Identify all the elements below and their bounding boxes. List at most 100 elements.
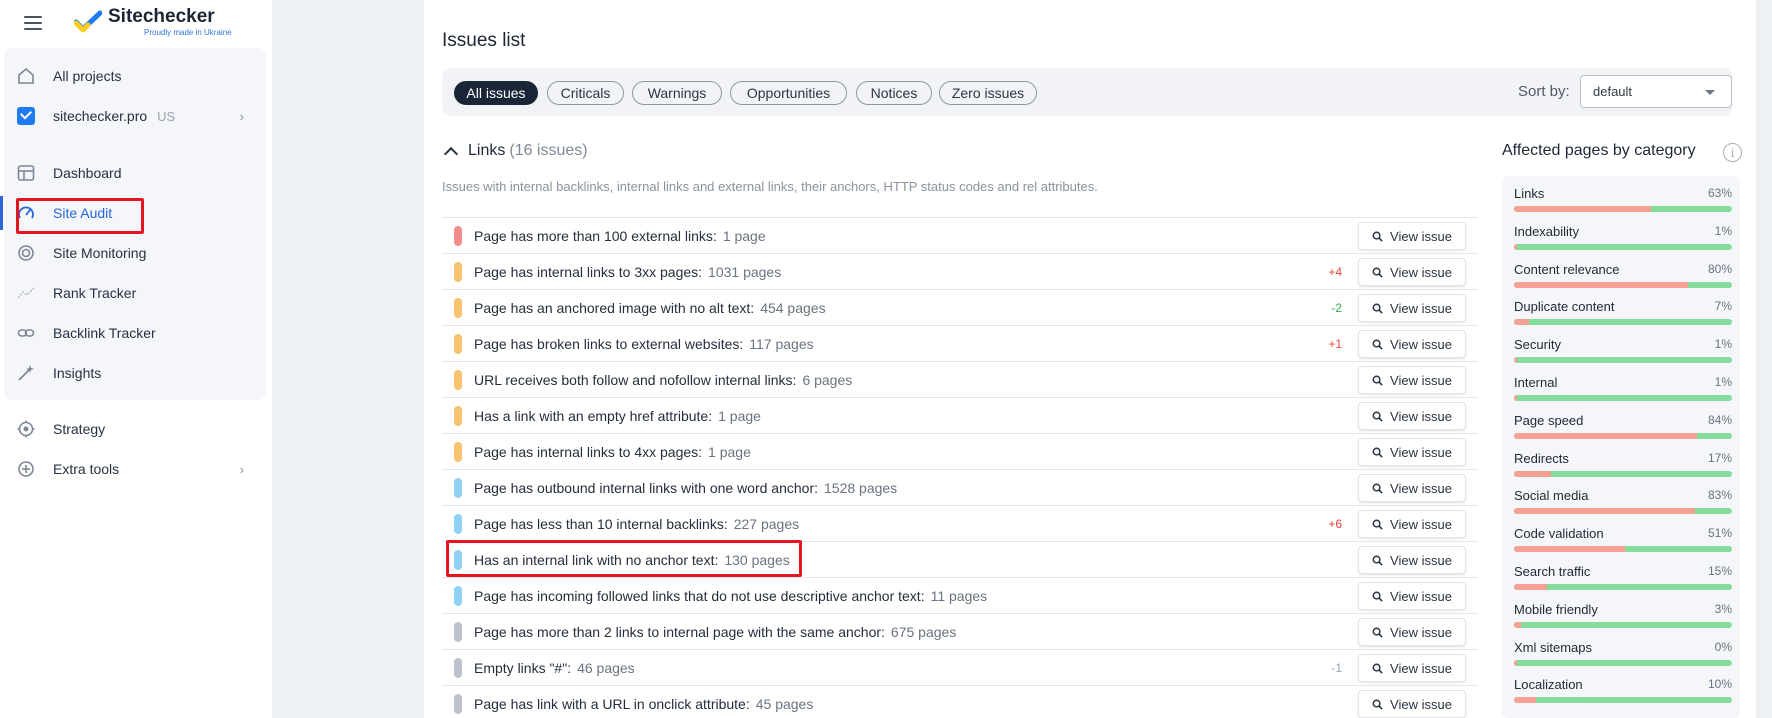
- sidebar-item-extra-tools[interactable]: Extra tools ›: [0, 451, 262, 487]
- sidebar-item-site-monitoring[interactable]: Site Monitoring: [0, 235, 262, 271]
- view-issue-button[interactable]: View issue: [1358, 366, 1466, 394]
- category-percent: 51%: [1707, 526, 1732, 541]
- view-issue-button[interactable]: View issue: [1358, 402, 1466, 430]
- severity-indicator: [454, 658, 462, 678]
- severity-indicator: [454, 622, 462, 642]
- issue-row[interactable]: Has a link with an empty href attribute:…: [442, 398, 1478, 434]
- category-progress-bar: [1514, 584, 1732, 590]
- issue-row[interactable]: Page has more than 2 links to internal p…: [442, 614, 1478, 650]
- issue-row[interactable]: Empty links "#": 46 pages -1 View issue: [442, 650, 1478, 686]
- view-issue-button[interactable]: View issue: [1358, 546, 1466, 574]
- view-issue-label: View issue: [1390, 552, 1452, 568]
- logo[interactable]: Sitechecker Proudly made in Ukraine: [74, 6, 232, 37]
- sidebar-item-label: Rank Tracker: [53, 285, 137, 301]
- main-panel: Issues list All issues Criticals Warning…: [424, 0, 1756, 718]
- issue-title: Page has more than 2 links to internal p…: [474, 624, 885, 640]
- issue-text: Page has link with a URL in onclick attr…: [474, 696, 813, 712]
- view-issue-button[interactable]: View issue: [1358, 438, 1466, 466]
- view-issue-button[interactable]: View issue: [1358, 690, 1466, 718]
- category-percent: 84%: [1707, 412, 1732, 427]
- filter-criticals[interactable]: Criticals: [547, 81, 624, 105]
- project-region: US: [157, 108, 176, 124]
- issue-row[interactable]: URL receives both follow and nofollow in…: [442, 362, 1478, 398]
- filter-zero-issues[interactable]: Zero issues: [939, 81, 1037, 105]
- issue-row[interactable]: Page has internal links to 4xx pages: 1 p…: [442, 434, 1478, 470]
- view-issue-button[interactable]: View issue: [1358, 474, 1466, 502]
- view-issue-label: View issue: [1390, 444, 1452, 460]
- category-item: Indexability 1%: [1514, 222, 1732, 260]
- sidebar-item-label: Insights: [53, 365, 102, 381]
- view-issue-button[interactable]: View issue: [1358, 618, 1466, 646]
- filter-all-issues[interactable]: All issues: [454, 81, 538, 105]
- category-progress-bar: [1514, 432, 1732, 439]
- section-count: (16 issues): [509, 142, 588, 159]
- view-issue-button[interactable]: View issue: [1358, 582, 1466, 610]
- issue-title: Page has more than 100 external links:: [474, 228, 717, 244]
- issue-text: Has a link with an empty href attribute:…: [474, 408, 761, 424]
- category-progress-bar: [1514, 659, 1732, 666]
- sort-select[interactable]: default: [1580, 75, 1732, 108]
- view-issue-button[interactable]: View issue: [1358, 510, 1466, 538]
- issue-pages: 11 pages: [930, 588, 988, 604]
- sidebar-item-all-projects[interactable]: All projects: [0, 58, 262, 94]
- view-issue-button[interactable]: View issue: [1358, 330, 1466, 358]
- issue-text: Page has internal links to 4xx pages: 1 p…: [474, 444, 751, 460]
- sidebar-item-project[interactable]: sitechecker.pro US ›: [0, 98, 262, 134]
- sidebar-item-label: Strategy: [53, 421, 106, 437]
- issue-row[interactable]: Page has less than 10 internal backlinks…: [442, 506, 1478, 542]
- category-name: Internal: [1514, 375, 1558, 390]
- view-issue-button[interactable]: View issue: [1358, 654, 1466, 682]
- filter-warnings[interactable]: Warnings: [632, 81, 722, 105]
- sidebar-item-dashboard[interactable]: Dashboard: [0, 155, 262, 191]
- issue-row[interactable]: Page has link with a URL in onclick attr…: [442, 686, 1478, 718]
- severity-indicator: [454, 298, 462, 318]
- category-name: Page speed: [1514, 412, 1584, 428]
- view-issue-label: View issue: [1390, 336, 1452, 352]
- issue-delta: +1: [1328, 337, 1342, 351]
- severity-indicator: [454, 586, 462, 606]
- project-name: sitechecker.pro: [53, 108, 148, 124]
- issue-row[interactable]: Page has broken links to external websit…: [442, 326, 1478, 362]
- section-title: Links: [468, 142, 506, 159]
- issue-text: URL receives both follow and nofollow in…: [474, 372, 852, 388]
- issue-text: Empty links "#": 46 pages: [474, 660, 635, 676]
- filter-opportunities[interactable]: Opportunities: [730, 81, 847, 105]
- sidebar-item-backlink-tracker[interactable]: Backlink Tracker: [0, 315, 262, 351]
- sidebar-item-insights[interactable]: Insights: [0, 355, 262, 391]
- issue-delta: -1: [1331, 661, 1342, 675]
- menu-icon[interactable]: [24, 16, 42, 30]
- view-issue-button[interactable]: View issue: [1358, 258, 1466, 286]
- issue-delta: -2: [1331, 301, 1342, 315]
- category-item: Code validation 51%: [1514, 524, 1732, 562]
- view-issue-label: View issue: [1390, 300, 1452, 316]
- info-icon[interactable]: i: [1723, 143, 1742, 162]
- category-progress-bar: [1514, 621, 1732, 628]
- view-issue-button[interactable]: View issue: [1358, 294, 1466, 322]
- category-item: Search traffic 15%: [1514, 562, 1732, 600]
- section-toggle-links[interactable]: Links (16 issues): [443, 142, 588, 161]
- severity-indicator: [454, 478, 462, 498]
- issue-text: Page has more than 2 links to internal p…: [474, 624, 956, 640]
- issue-delta: +4: [1328, 265, 1342, 279]
- filter-notices[interactable]: Notices: [856, 81, 932, 105]
- issue-row[interactable]: Page has more than 100 external links: 1 …: [442, 218, 1478, 254]
- search-icon: [1372, 231, 1383, 242]
- category-progress-bar: [1514, 357, 1732, 364]
- sidebar-item-strategy[interactable]: Strategy: [0, 411, 262, 447]
- issue-row[interactable]: Page has internal links to 3xx pages: 103…: [442, 254, 1478, 290]
- project-favicon-icon: [16, 106, 36, 126]
- issue-text: Page has incoming followed links that do…: [474, 588, 987, 604]
- category-name: Search traffic: [1514, 564, 1591, 579]
- search-icon: [1372, 267, 1383, 278]
- category-name: Security: [1514, 337, 1561, 353]
- issue-row[interactable]: Page has outbound internal links with on…: [442, 470, 1478, 506]
- search-icon: [1372, 339, 1383, 350]
- issue-row[interactable]: Page has incoming followed links that do…: [442, 578, 1478, 614]
- issue-pages: 1528 pages: [824, 480, 898, 496]
- category-progress-fill: [1514, 470, 1552, 477]
- sidebar-item-rank-tracker[interactable]: Rank Tracker: [0, 275, 262, 311]
- issue-row[interactable]: Page has an anchored image with no alt t…: [442, 290, 1478, 326]
- category-percent: 15%: [1707, 564, 1732, 578]
- view-issue-button[interactable]: View issue: [1358, 222, 1466, 250]
- category-percent: 1%: [1714, 337, 1732, 352]
